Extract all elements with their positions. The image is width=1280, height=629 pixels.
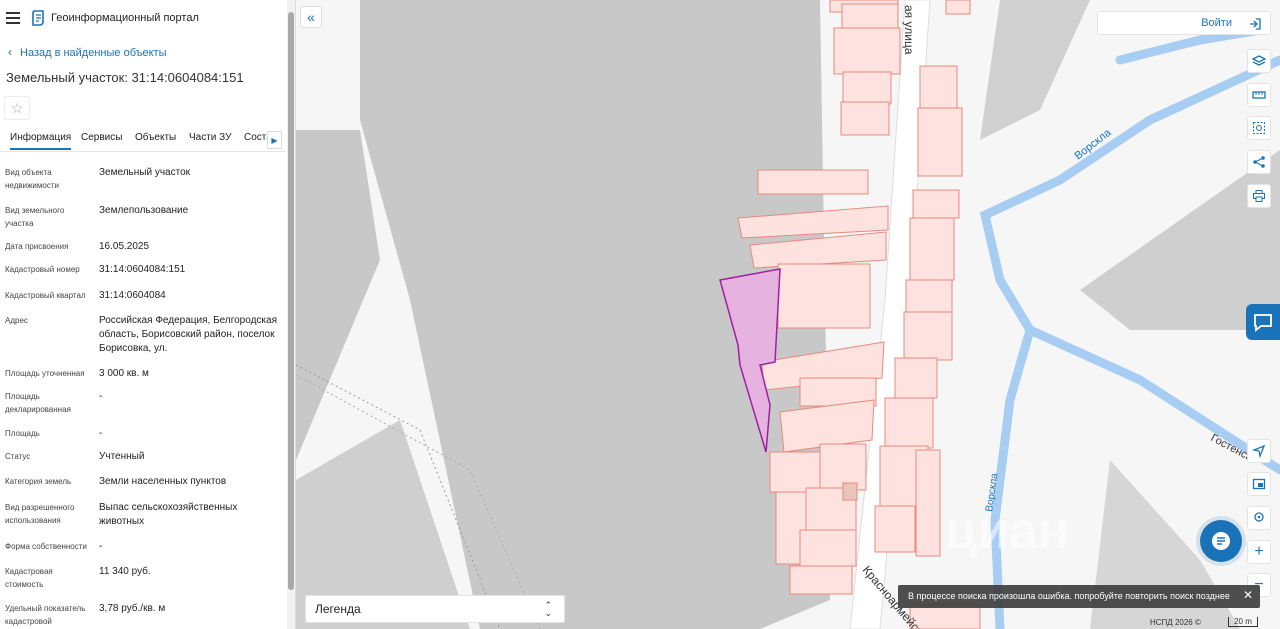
tab-land-parts[interactable]: Части ЗУ [189, 132, 231, 143]
attribute-label: Кадастровый квартал [5, 291, 86, 300]
chevron-left-icon: ‹ [8, 45, 12, 59]
attribute-value: 3 000 кв. м [99, 368, 149, 379]
attribute-value: 31:14:0604084:151 [99, 264, 186, 275]
page-title: Земельный участок: 31:14:0604084:151 [6, 70, 244, 85]
close-icon[interactable]: ✕ [1243, 588, 1253, 602]
layers-button[interactable] [1247, 49, 1271, 73]
favorite-star-icon[interactable]: ☆ [4, 96, 30, 120]
locate-pin-button[interactable] [1247, 506, 1271, 530]
chat-bubble-icon [1254, 314, 1272, 332]
attribute-label: Статус [5, 452, 31, 461]
portal-brand[interactable]: Геоинформационный портал [51, 12, 199, 24]
attribute-value: Выпас сельскохозяйственных животных [99, 502, 238, 527]
chat-fab-button[interactable] [1200, 520, 1242, 562]
location-pin-icon [1254, 512, 1264, 522]
attribute-label: Удельный показатель кадастровой [5, 604, 86, 626]
attribute-value: Земли населенных пунктов [99, 476, 227, 487]
street-label-north: ая улица [902, 5, 916, 55]
attribute-value: Российская Федерация, Белгородская облас… [99, 315, 277, 354]
attribute-value: 31:14:0604084 [99, 290, 166, 301]
scrollbar-thumb[interactable] [288, 12, 294, 590]
menu-icon[interactable] [6, 12, 20, 24]
ruler-icon [1252, 91, 1266, 99]
app: Геоинформационный портал ‹ Назад в найден… [0, 0, 1280, 629]
tab-information[interactable]: Информация [10, 132, 72, 150]
panel-scrollbar[interactable] [287, 0, 295, 629]
attribute-label: Площадь декларированная [5, 392, 71, 414]
attribute-value: Земельный участок [99, 167, 191, 178]
chat-icon [1212, 532, 1230, 550]
share-button[interactable] [1247, 150, 1271, 174]
attribute-label: Вид земельного участка [5, 206, 65, 228]
login-label: Войти [1201, 17, 1232, 29]
info-panel: Геоинформационный портал ‹ Назад в найден… [0, 0, 296, 629]
chevron-updown-icon: ⌃ ⌄ [544, 600, 552, 618]
area-select-icon [1253, 122, 1265, 134]
attribute-label: Вид разрешенного использования [5, 503, 75, 525]
scale-bar: 20 m [1228, 617, 1258, 627]
attribute-label: Площадь уточненная [5, 369, 85, 378]
attribute-label: Форма собственности [5, 542, 87, 551]
back-link-label: Назад в найденные объекты [20, 47, 167, 59]
attribute-label: Адрес [5, 316, 28, 325]
map-gray-area [296, 130, 380, 460]
attribute-label: Категория земель [5, 477, 72, 486]
map-gray-area [1080, 150, 1280, 330]
area-select-button[interactable] [1247, 116, 1271, 140]
attribute-label: Кадастровая стоимость [5, 567, 53, 589]
map-gray-area [980, 0, 1090, 140]
login-button[interactable]: Войти [1097, 11, 1271, 35]
back-link[interactable]: ‹ Назад в найденные объекты [8, 45, 167, 59]
geolocation-button[interactable] [1247, 439, 1271, 463]
tab-objects[interactable]: Объекты [135, 132, 176, 143]
share-icon [1253, 156, 1265, 168]
map-attribution[interactable]: НСПД 2026 © [1150, 618, 1201, 627]
ruler-button[interactable] [1247, 83, 1271, 107]
map-canvas[interactable]: циан ая улица Красноармейск Гостенск Вор… [296, 0, 1280, 629]
map-svg: циан ая улица Красноармейск Гостенск Вор… [296, 0, 1280, 629]
attribute-value: 3,78 руб./кв. м [99, 603, 166, 614]
map-watermark: циан [945, 502, 1069, 560]
tab-bar: Информация Сервисы Объекты Части ЗУ Сост… [0, 128, 286, 152]
tab-services[interactable]: Сервисы [81, 132, 122, 143]
basemap-icon [1252, 478, 1266, 490]
zoom-in-button[interactable]: + [1247, 540, 1271, 564]
attribute-label: Кадастровый номер [5, 265, 80, 274]
plus-icon: + [1254, 543, 1264, 560]
feedback-tab[interactable] [1246, 304, 1280, 340]
attribute-value: - [99, 428, 103, 439]
basemap-button[interactable] [1247, 472, 1271, 496]
login-icon [1250, 18, 1261, 30]
legend-label: Легенда [315, 602, 361, 616]
attribute-value: Землепользование [99, 205, 189, 216]
attribute-label: Вид объекта недвижимости [5, 168, 59, 190]
navigation-arrow-icon [1252, 444, 1266, 458]
attribute-label: Площадь [5, 429, 40, 438]
tabs-scroll-right-icon[interactable]: ▶ [267, 131, 282, 149]
layers-icon [1252, 55, 1266, 66]
legend-dropdown[interactable]: Легенда ⌃ ⌄ [305, 595, 565, 623]
print-button[interactable] [1247, 184, 1271, 208]
error-toast: В процессе поиска произошла ошибка. попр… [898, 585, 1260, 608]
attribute-value: Учтенный [99, 451, 145, 462]
attribute-label: Дата присвоения [5, 242, 69, 251]
attribute-value: - [99, 391, 103, 402]
attribute-value: 11 340 руб. [99, 566, 151, 577]
attribute-value: 16.05.2025 [99, 241, 150, 252]
attribute-value: - [99, 541, 103, 552]
collapse-panel-button[interactable]: « [300, 6, 322, 28]
toast-message: В процессе поиска произошла ошибка. попр… [908, 591, 1230, 601]
portal-logo-icon [32, 10, 44, 26]
print-icon [1253, 190, 1265, 202]
